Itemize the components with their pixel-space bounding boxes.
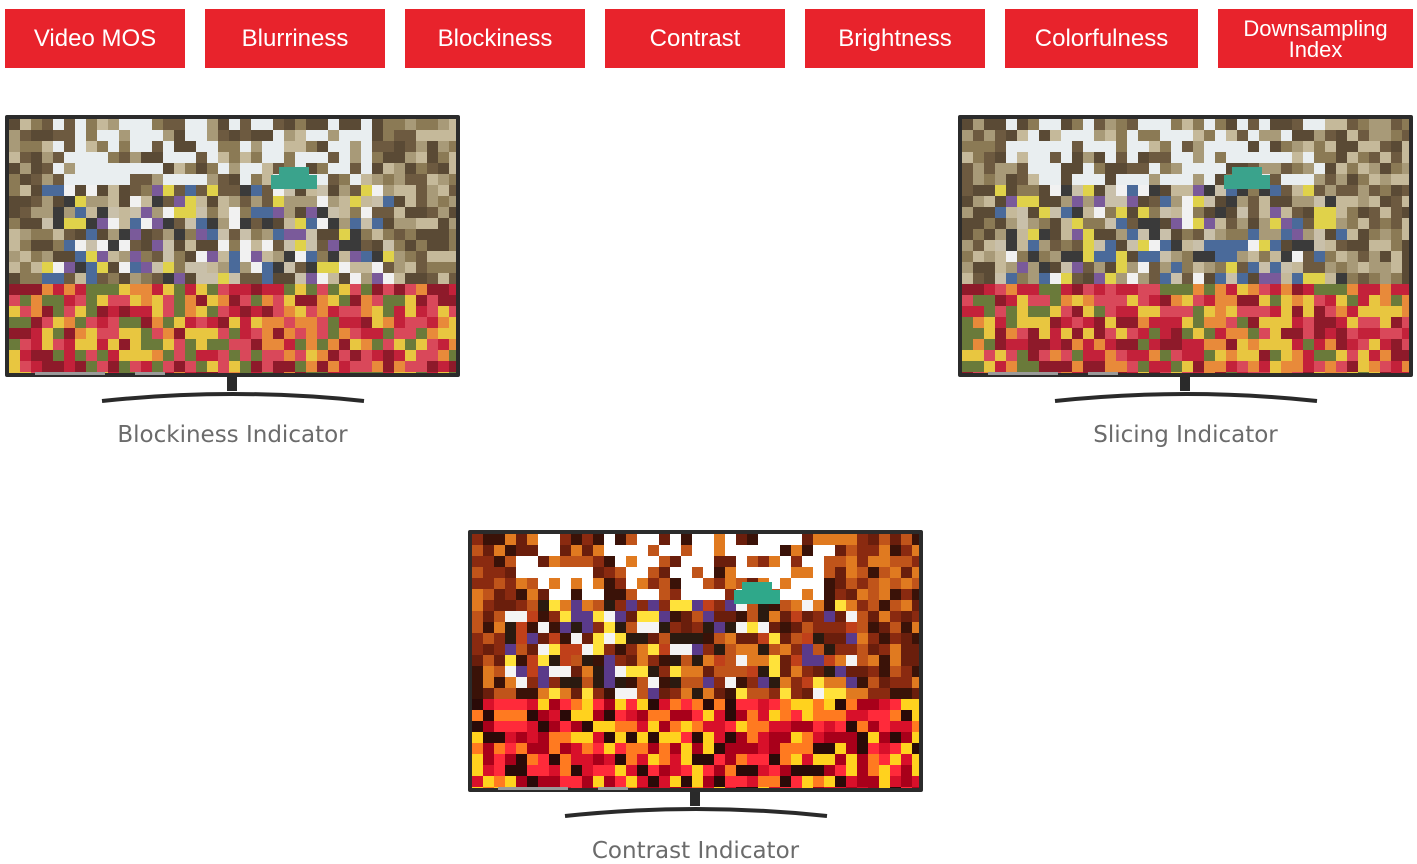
tab-label: Downsampling Index <box>1243 15 1388 62</box>
slicing-video-frame <box>962 119 1409 373</box>
tab-label: Colorfulness <box>1034 24 1169 52</box>
caption-blockiness: Blockiness Indicator <box>117 422 348 448</box>
tab-contrast[interactable]: Contrast <box>605 9 785 68</box>
blockiness-video-frame <box>9 119 456 373</box>
tv-blockiness <box>5 115 460 405</box>
tv-stand-base <box>564 807 828 818</box>
contrast-video-frame <box>472 534 919 788</box>
tab-downsampling-index[interactable]: Downsampling Index <box>1218 9 1413 68</box>
bezel-reflection <box>498 787 568 790</box>
caption-slicing: Slicing Indicator <box>1093 422 1278 448</box>
tab-label: Brightness <box>838 24 952 52</box>
indicator-tab-bar: Video MOS Blurriness Blockiness Contrast… <box>5 9 1413 68</box>
tab-colorfulness[interactable]: Colorfulness <box>1005 9 1198 68</box>
tv-stand-base <box>1054 392 1318 403</box>
bezel-reflection <box>135 372 165 375</box>
tab-blockiness[interactable]: Blockiness <box>405 9 585 68</box>
bezel-reflection <box>598 787 628 790</box>
tab-video-mos[interactable]: Video MOS <box>5 9 185 68</box>
caption-contrast: Contrast Indicator <box>591 838 800 864</box>
tab-blurriness[interactable]: Blurriness <box>205 9 385 68</box>
tv-screen <box>468 530 923 792</box>
bezel-reflection <box>988 372 1058 375</box>
tv-screen <box>5 115 460 377</box>
tv-slicing <box>958 115 1413 405</box>
tab-label: Contrast <box>649 24 741 52</box>
tab-label: Video MOS <box>33 24 157 52</box>
tv-stand-base <box>101 392 365 403</box>
bezel-reflection <box>35 372 105 375</box>
bezel-reflection <box>1088 372 1118 375</box>
tab-label: Blockiness <box>437 24 553 52</box>
tab-brightness[interactable]: Brightness <box>805 9 985 68</box>
tab-label: Blurriness <box>241 24 349 52</box>
tv-contrast <box>468 530 923 820</box>
tv-screen <box>958 115 1413 377</box>
